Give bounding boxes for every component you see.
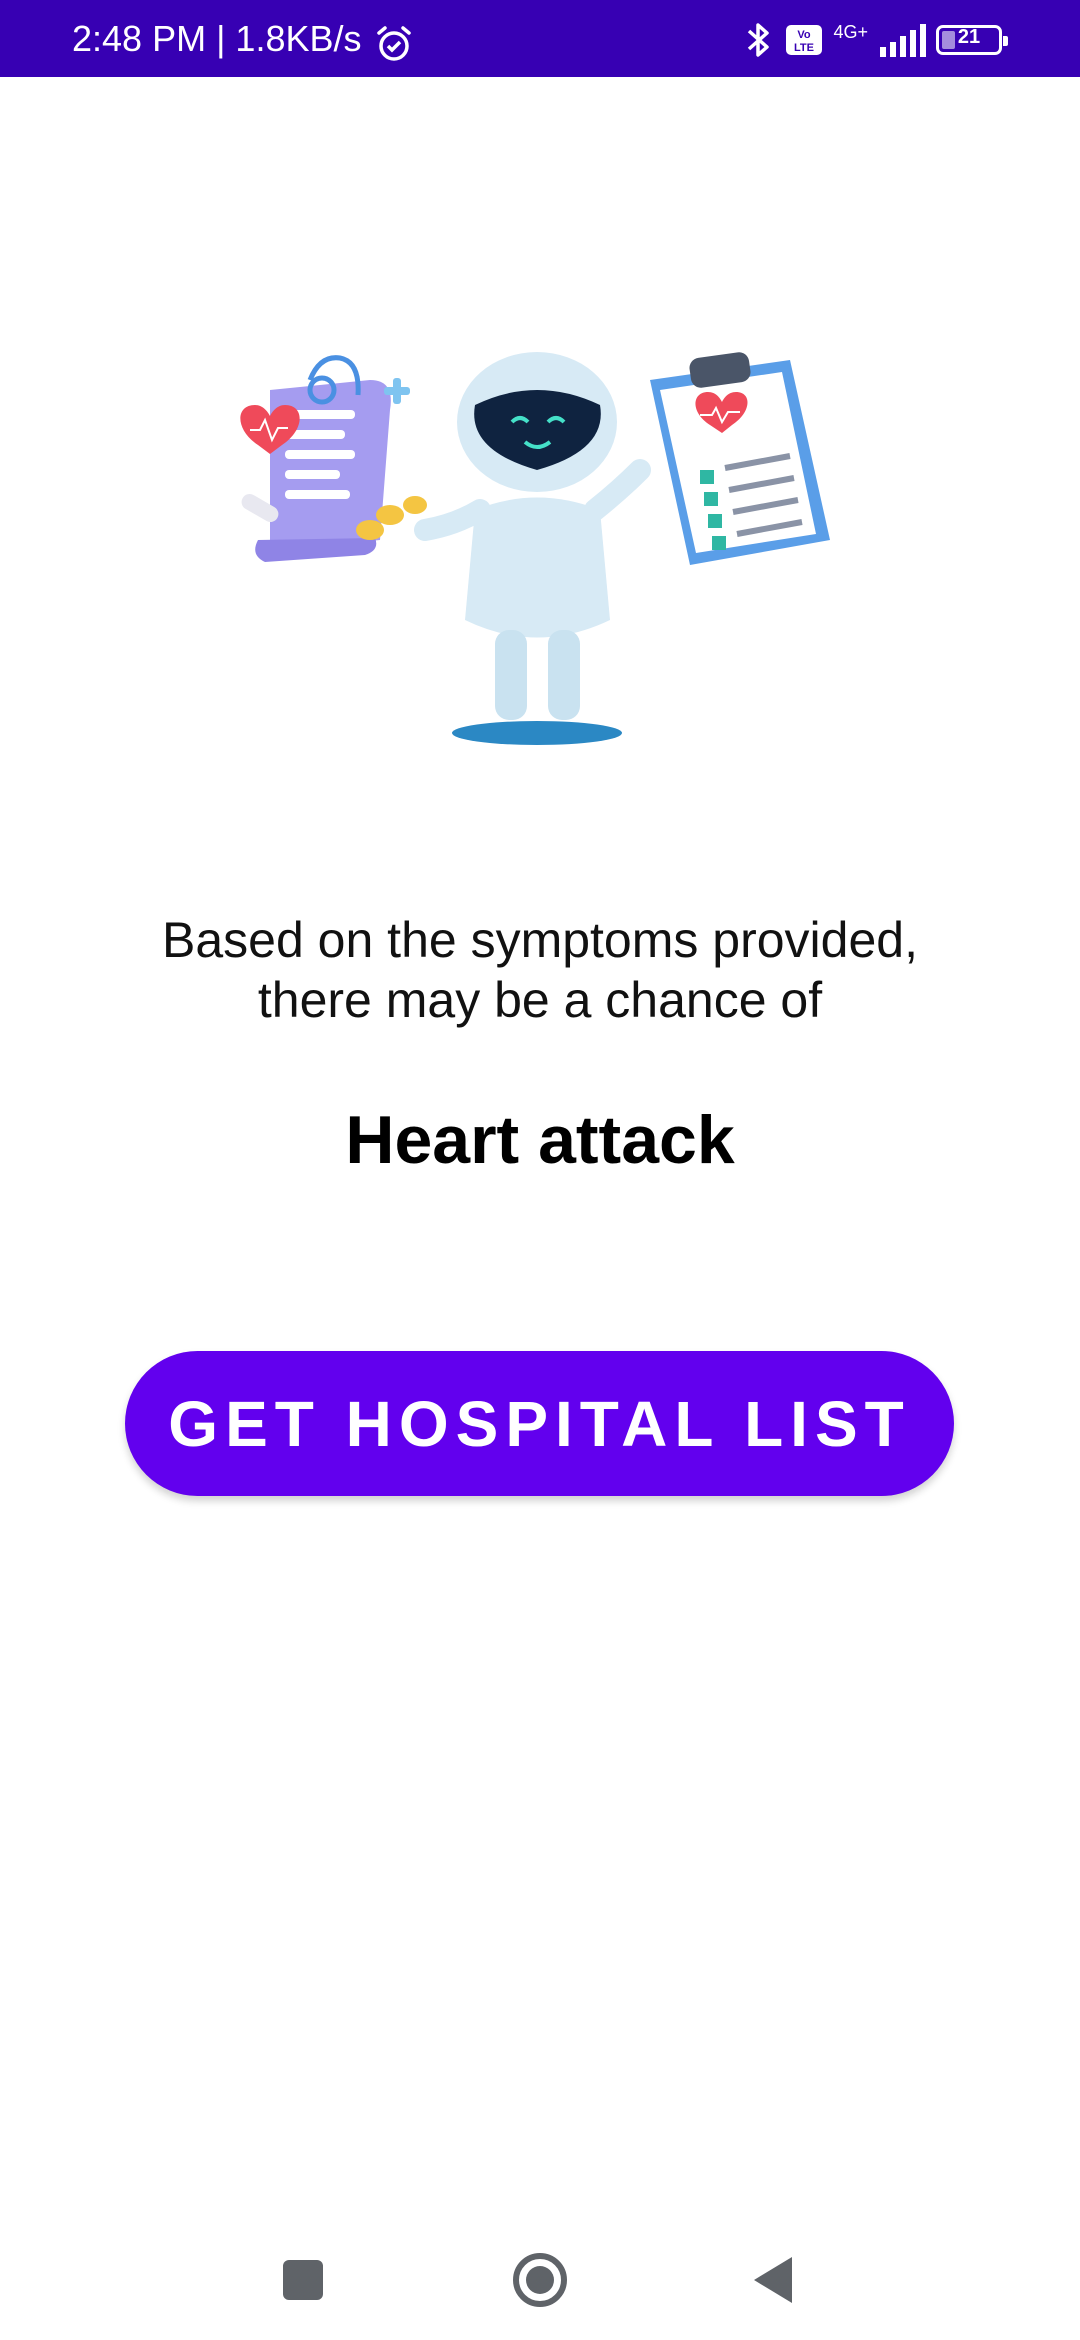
home-icon[interactable] (505, 2245, 575, 2315)
recents-icon[interactable] (268, 2245, 338, 2315)
back-icon[interactable] (740, 2245, 810, 2315)
signal-icon (880, 24, 926, 57)
navigation-bar (0, 2210, 1080, 2340)
network-type: 4G+ (833, 22, 868, 42)
svg-text:Vo: Vo (798, 29, 812, 41)
alarm-icon (377, 26, 411, 61)
robot-icon (414, 352, 651, 745)
status-time: 2:48 PM | 1.8KB/s (72, 18, 362, 59)
battery-icon: 21 (936, 25, 1008, 55)
clipboard-icon (650, 352, 830, 565)
volte-icon: Vo LTE (786, 25, 823, 55)
get-hospital-list-button[interactable]: GET HOSPITAL LIST (125, 1351, 954, 1496)
result-message-line2: there may be a chance of (257, 972, 823, 1028)
medical-robot-illustration (240, 352, 830, 745)
bluetooth-icon (748, 23, 770, 57)
status-icons: Vo LTE 4G+ 21 (741, 20, 1008, 60)
svg-text:LTE: LTE (794, 42, 814, 54)
result-message-line1: Based on the symptoms provided, (162, 912, 918, 968)
diagnosis-title: Heart attack (345, 1102, 735, 1178)
status-bar: 2:48 PM | 1.8KB/s Vo LTE 4G+ 21 (0, 0, 1080, 77)
result-message: Based on the symptoms provided, there ma… (60, 910, 1020, 1030)
battery-level: 21 (957, 26, 981, 48)
